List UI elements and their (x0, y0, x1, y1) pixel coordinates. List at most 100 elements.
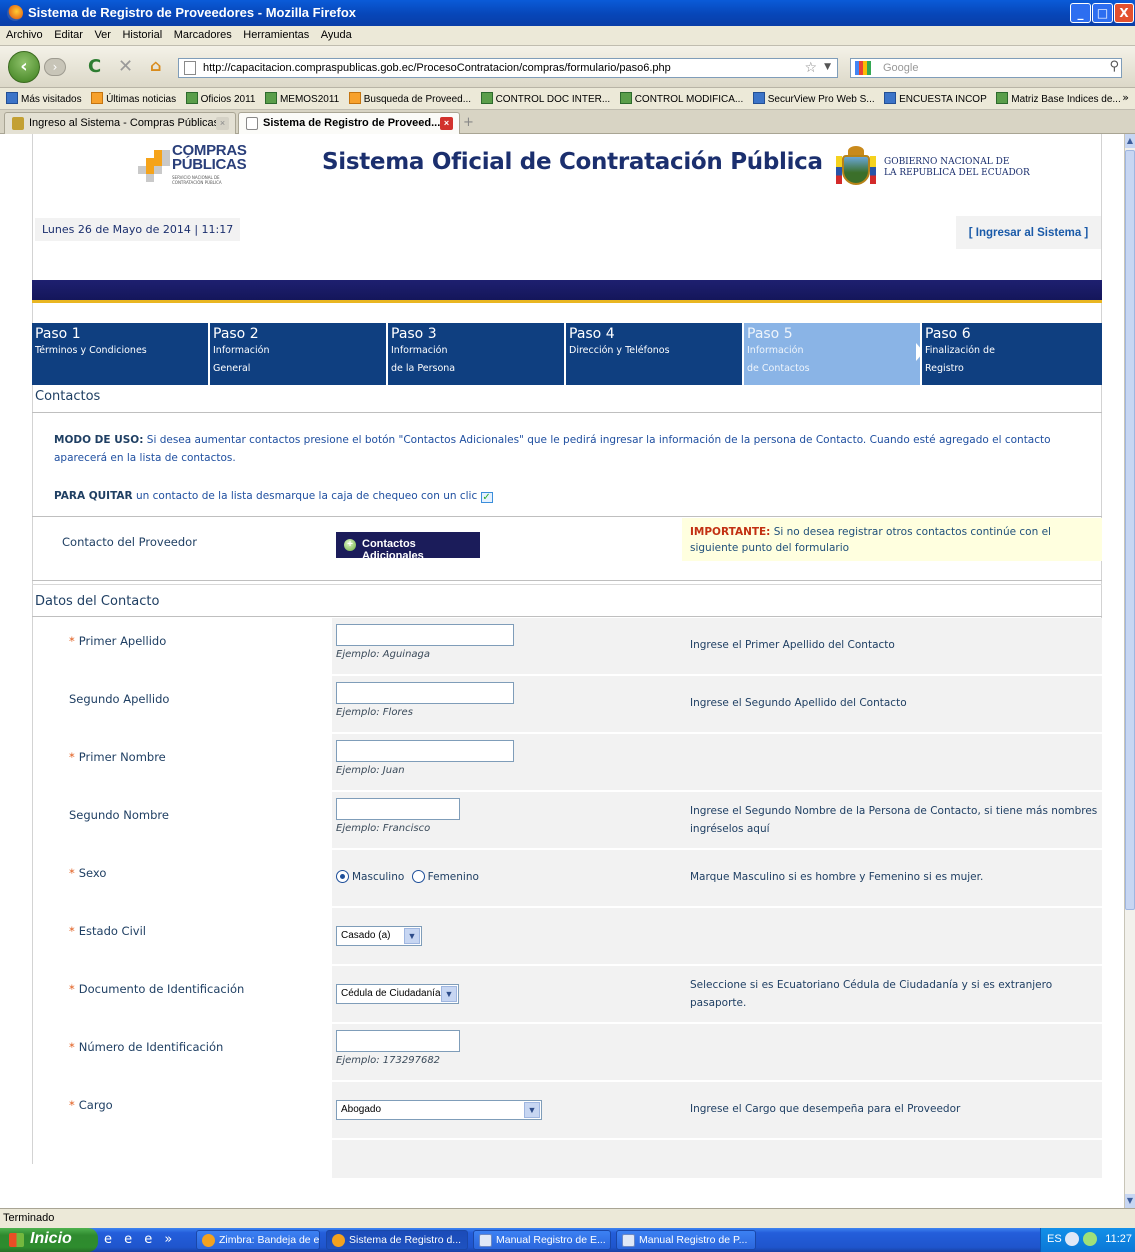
form-row-segundo-apellido: Segundo Apellido Ejemplo: Flores Ingrese… (52, 676, 1102, 734)
step-3[interactable]: Paso 3 Información de la Persona (388, 323, 566, 385)
government-label: GOBIERNO NACIONAL DE LA REPUBLICA DEL EC… (884, 157, 1030, 178)
field-example: Ejemplo: Francisco (336, 823, 431, 834)
menu-ver[interactable]: Ver (90, 26, 115, 44)
tab-ingreso[interactable]: Ingreso al Sistema - Compras Públicas × (4, 112, 236, 134)
close-tab-icon[interactable]: × (216, 117, 229, 130)
sheet-icon (264, 92, 277, 104)
estado-civil-select[interactable]: Casado (a) ▼ (336, 926, 422, 946)
field-container: Masculino Femenino (336, 850, 676, 906)
task-zimbra[interactable]: Zimbra: Bandeja de e... (196, 1230, 320, 1250)
menu-ayuda[interactable]: Ayuda (317, 26, 356, 44)
bookmark-memos[interactable]: MEMOS2011 (264, 92, 339, 105)
tab-sistema-registro[interactable]: Sistema de Registro de Proveed... × (238, 112, 460, 134)
start-button[interactable]: Inicio (0, 1228, 98, 1252)
stop-icon[interactable]: ✕ (118, 56, 133, 77)
logo-text: COMPRAS PÚBLICAS (172, 142, 247, 173)
task-sistema-registro[interactable]: Sistema de Registro d... (326, 1230, 468, 1250)
segundo-apellido-input[interactable] (336, 682, 514, 704)
minimize-button[interactable]: _ (1070, 3, 1091, 23)
bookmark-mas-visitados[interactable]: Más visitados (6, 92, 82, 105)
scrollbar-thumb[interactable] (1125, 150, 1135, 910)
contact-provider-row: Contacto del Proveedor + Contactos Adici… (32, 516, 1102, 578)
form-row-primer-apellido: * Primer Apellido Ejemplo: Aguinaga Ingre… (52, 618, 1102, 676)
step-6[interactable]: Paso 6 Finalización de Registro (922, 323, 1102, 385)
bookmark-star-icon[interactable]: ☆ (804, 60, 817, 76)
tab-label: Ingreso al Sistema - Compras Públicas (29, 117, 220, 129)
primer-apellido-input[interactable] (336, 624, 514, 646)
numero-identificacion-input[interactable] (336, 1030, 460, 1052)
window-title: Sistema de Registro de Proveedores - Moz… (28, 5, 356, 20)
task-manual-registro-e[interactable]: Manual Registro de E... (473, 1230, 611, 1250)
document-icon (622, 1234, 635, 1247)
sheet-icon (996, 92, 1009, 104)
url-bar[interactable]: http://capacitacion.compraspublicas.gob.… (178, 58, 838, 78)
google-icon (884, 92, 897, 104)
tray-app-icon[interactable] (1083, 1232, 1097, 1246)
bookmark-busqueda[interactable]: Busqueda de Proveed... (348, 92, 471, 105)
primer-nombre-input[interactable] (336, 740, 514, 762)
page-icon (184, 61, 196, 75)
contactos-heading: Contactos (35, 389, 101, 404)
menu-editar[interactable]: Editar (50, 26, 87, 44)
bookmark-matriz[interactable]: Matriz Base Indices de... (996, 92, 1121, 105)
field-hint: Ingrese el Cargo que desempeña para el P… (690, 1103, 961, 1115)
cargo-select[interactable]: Abogado ▼ (336, 1100, 542, 1120)
bookmark-encuesta[interactable]: ENCUESTA INCOP (884, 92, 987, 105)
bookmark-control-modifica[interactable]: CONTROL MODIFICA... (619, 92, 743, 105)
new-tab-button[interactable]: + (463, 115, 474, 130)
reload-icon[interactable]: C (88, 56, 101, 77)
search-icon[interactable]: ⚲ (1109, 59, 1119, 74)
segundo-nombre-input[interactable] (336, 798, 460, 820)
search-box[interactable]: Google ⚲ (850, 58, 1122, 78)
logo-squares (138, 150, 170, 182)
field-label: * Cargo (52, 1082, 332, 1138)
form-row-sexo: * Sexo Masculino Femenino Marque Masculin… (52, 850, 1102, 908)
vertical-scrollbar[interactable]: ▲ ▼ (1124, 134, 1135, 1208)
page-icon (6, 92, 18, 104)
rss-icon (91, 92, 104, 104)
maximize-button[interactable]: □ (1092, 3, 1113, 23)
back-button[interactable]: ‹ (8, 51, 40, 83)
field-hint (690, 1024, 1100, 1080)
home-icon[interactable]: ⌂ (150, 56, 161, 75)
radio-masculino[interactable] (336, 870, 349, 883)
bookmarks-overflow-button[interactable]: » (1122, 91, 1129, 104)
form-row-segundo-nombre: Segundo Nombre Ejemplo: Francisco Ingres… (52, 792, 1102, 850)
menu-historial[interactable]: Historial (118, 26, 166, 44)
close-button[interactable]: X (1114, 3, 1134, 23)
add-contacts-button[interactable]: + Contactos Adicionales (336, 532, 480, 562)
close-tab-icon[interactable]: × (440, 117, 453, 130)
network-icon[interactable] (1065, 1232, 1079, 1246)
login-link[interactable]: [ Ingresar al Sistema ] (956, 216, 1101, 249)
menu-herramientas[interactable]: Herramientas (239, 26, 313, 44)
url-dropdown-icon[interactable]: ▼ (824, 62, 831, 72)
quick-launch[interactable]: e e e » (104, 1232, 176, 1247)
bookmark-oficios[interactable]: Oficios 2011 (185, 92, 255, 105)
field-label: * Estado Civil (52, 908, 332, 964)
windows-logo-icon (9, 1233, 24, 1247)
bookmark-securview[interactable]: SecurView Pro Web S... (752, 92, 875, 105)
radio-femenino[interactable] (411, 870, 425, 883)
step-1[interactable]: Paso 1 Términos y Condiciones (32, 323, 210, 385)
menu-archivo[interactable]: Archivo (2, 26, 47, 44)
google-icon (855, 61, 871, 75)
step-2[interactable]: Paso 2 Información General (210, 323, 388, 385)
field-container: Cédula de Ciudadanía ▼ (336, 966, 676, 1022)
menu-marcadores[interactable]: Marcadores (170, 26, 236, 44)
contact-provider-label: Contacto del Proveedor (62, 535, 197, 549)
bookmark-control-doc[interactable]: CONTROL DOC INTER... (480, 92, 610, 105)
scroll-down-icon[interactable]: ▼ (1125, 1194, 1135, 1208)
bookmark-ultimas-noticias[interactable]: Últimas noticias (91, 92, 176, 105)
task-manual-registro-p[interactable]: Manual Registro de P... (616, 1230, 756, 1250)
chevron-down-icon: ▼ (441, 986, 457, 1002)
chevron-down-icon: ▼ (404, 928, 420, 944)
documento-select[interactable]: Cédula de Ciudadanía ▼ (336, 984, 459, 1004)
step-5-current[interactable]: Paso 5 Información de Contactos (744, 323, 924, 385)
language-indicator[interactable]: ES (1047, 1233, 1062, 1245)
form-row-estado-civil: * Estado Civil Casado (a) ▼ (52, 908, 1102, 966)
scroll-up-icon[interactable]: ▲ (1125, 134, 1135, 148)
step-4[interactable]: Paso 4 Dirección y Teléfonos (566, 323, 744, 385)
forward-button[interactable]: › (44, 58, 66, 76)
form-row-documento: * Documento de Identificación Cédula de C… (52, 966, 1102, 1024)
field-label: * Sexo (52, 850, 332, 906)
